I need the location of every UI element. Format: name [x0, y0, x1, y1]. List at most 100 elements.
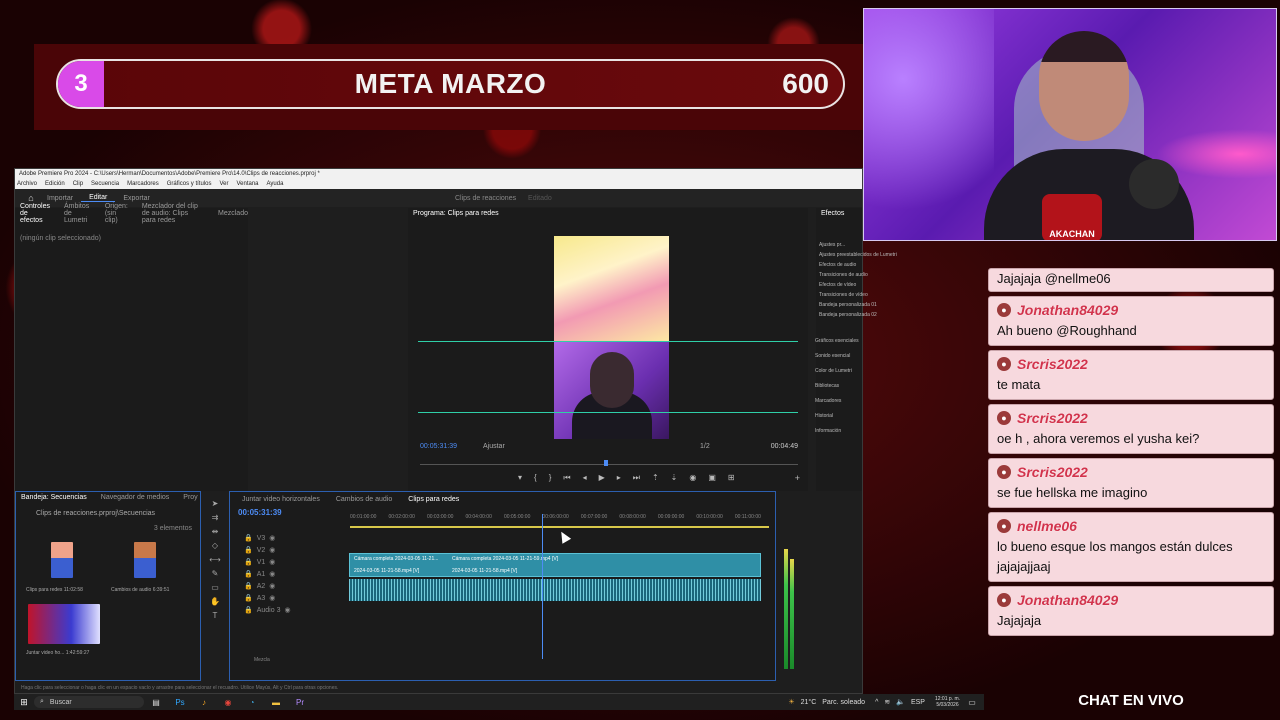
menu-item-1[interactable]: Edición: [45, 181, 65, 187]
tab-sequence-1[interactable]: Cambios de audio: [336, 496, 392, 503]
tab-project-0[interactable]: Bandeja: Secuencias: [21, 494, 87, 501]
tab-sequence-0[interactable]: Juntar video horizontales: [242, 496, 320, 503]
selection-tool-icon[interactable]: ➤: [212, 499, 219, 508]
side-panel-tab[interactable]: Gráficos esenciales: [815, 334, 980, 349]
hand-tool-icon[interactable]: ✋: [210, 597, 220, 606]
lock-icon[interactable]: 🔒: [244, 582, 253, 590]
workspace-importar[interactable]: Importar: [39, 195, 81, 202]
effects-folder[interactable]: Efectos de vídeo: [819, 280, 980, 290]
lock-icon[interactable]: 🔒: [244, 570, 253, 578]
volume-icon[interactable]: 🔈: [896, 698, 905, 706]
chrome-icon[interactable]: ◉: [216, 698, 240, 707]
tab-source-1[interactable]: Ámbitos de Lumetri: [64, 203, 91, 224]
pen-tool-icon[interactable]: ✎: [212, 569, 219, 578]
program-playhead[interactable]: [604, 460, 608, 466]
sequence-thumbnail[interactable]: [51, 542, 73, 578]
razor-tool-icon[interactable]: ◇: [212, 541, 218, 550]
toggle-output-icon[interactable]: ◉: [284, 606, 290, 614]
work-area-bar[interactable]: [350, 526, 769, 528]
menu-item-2[interactable]: Clip: [73, 181, 83, 187]
effects-folder[interactable]: Bandeja personalizada 02: [819, 310, 980, 320]
lock-icon[interactable]: 🔒: [244, 594, 253, 602]
ripple-edit-tool-icon[interactable]: ⇹: [212, 527, 219, 536]
lock-icon[interactable]: 🔒: [244, 606, 253, 614]
tray-expand-icon[interactable]: ^: [875, 699, 878, 706]
effects-folder[interactable]: Efectos de audio: [819, 260, 980, 270]
play-icon[interactable]: ▶: [599, 473, 605, 483]
track-select-tool-icon[interactable]: ⇉: [212, 513, 219, 522]
toggle-output-icon[interactable]: ◉: [269, 534, 275, 542]
type-tool-icon[interactable]: T: [213, 611, 218, 620]
toggle-output-icon[interactable]: ◉: [269, 558, 275, 566]
edge-icon[interactable]: ◔: [240, 698, 264, 707]
lift-icon[interactable]: ⇡: [652, 473, 659, 483]
taskbar-search[interactable]: ⌕ Buscar: [34, 696, 144, 708]
tab-program[interactable]: Programa: Clips para redes: [413, 210, 499, 217]
step-forward-icon[interactable]: ▸: [617, 473, 621, 483]
timeline-playhead[interactable]: [542, 514, 543, 659]
effects-folder[interactable]: Bandeja personalizada 01: [819, 300, 980, 310]
network-icon[interactable]: ≋: [884, 698, 890, 706]
effects-folder[interactable]: Transiciones de vídeo: [819, 290, 980, 300]
extract-icon[interactable]: ⇣: [671, 473, 678, 483]
program-scrubber[interactable]: [420, 464, 798, 465]
tab-sequence-2[interactable]: Clips para redes: [408, 496, 459, 503]
premiere-icon[interactable]: Pr: [288, 698, 312, 707]
mark-out-icon[interactable]: }: [549, 473, 552, 483]
tab-effects[interactable]: Efectos: [821, 210, 844, 217]
tab-source-0[interactable]: Controles de efectos: [20, 203, 50, 224]
notifications-icon[interactable]: ▭: [960, 698, 984, 707]
audio-clip-waveform[interactable]: [349, 579, 761, 601]
timeline-ruler[interactable]: 00:01:00:00 00:02:00:00 00:03:00:00 00:04:0…: [350, 514, 761, 524]
menu-item-6[interactable]: Ver: [219, 181, 228, 187]
menu-item-8[interactable]: Ayuda: [267, 181, 284, 187]
tab-source-3[interactable]: Mezclador del clip de audio: Clips para …: [142, 203, 204, 224]
step-back-icon[interactable]: ◂: [583, 473, 587, 483]
lock-icon[interactable]: 🔒: [244, 534, 253, 542]
tab-project-2[interactable]: Proy: [183, 494, 197, 501]
home-icon[interactable]: ⌂: [23, 193, 39, 203]
timeline-timecode[interactable]: 00:05:31:39: [238, 508, 282, 517]
add-marker-icon[interactable]: ▾: [518, 473, 522, 483]
resolution-dropdown[interactable]: 1/2: [700, 443, 710, 450]
menu-item-0[interactable]: Archivo: [17, 181, 37, 187]
side-panel-tab[interactable]: Bibliotecas: [815, 379, 980, 394]
effects-folder[interactable]: Ajustes pr...: [819, 240, 980, 250]
workspace-editar[interactable]: Editar: [81, 194, 116, 202]
program-timecode[interactable]: 00:05:31:39: [420, 443, 457, 450]
sequence-thumbnail[interactable]: [28, 604, 100, 644]
side-panel-tab[interactable]: Marcadores: [815, 394, 980, 409]
file-explorer-icon[interactable]: ▬: [264, 698, 288, 707]
mark-in-icon[interactable]: {: [534, 473, 537, 483]
audacity-icon[interactable]: ♪: [192, 698, 216, 707]
comparison-view-icon[interactable]: ▣: [708, 473, 716, 483]
safe-margins-icon[interactable]: ⊞: [728, 473, 735, 483]
windows-start-icon[interactable]: ⊞: [14, 697, 34, 708]
menu-item-4[interactable]: Marcadores: [127, 181, 159, 187]
toggle-output-icon[interactable]: ◉: [269, 546, 275, 554]
side-panel-tab[interactable]: Color de Lumetri: [815, 364, 980, 379]
menu-item-3[interactable]: Secuencia: [91, 181, 119, 187]
tab-source-4[interactable]: Mezclado: [218, 210, 248, 217]
side-panel-tab[interactable]: Sonido esencial: [815, 349, 980, 364]
tab-project-1[interactable]: Navegador de medios: [101, 494, 170, 501]
rectangle-tool-icon[interactable]: ▭: [211, 583, 219, 592]
video-clip[interactable]: Cámara completa 2024-03-05 11-21... Cáma…: [349, 553, 761, 577]
button-editor-icon[interactable]: +: [795, 473, 800, 483]
side-panel-tab[interactable]: Información: [815, 424, 980, 439]
toggle-output-icon[interactable]: ◉: [269, 594, 275, 602]
slip-tool-icon[interactable]: ⟷: [209, 555, 220, 564]
effects-folder[interactable]: Ajustes preestablecidos de Lumetri: [819, 250, 980, 260]
tab-source-2[interactable]: Origen: (sin clip): [105, 203, 128, 224]
lock-icon[interactable]: 🔒: [244, 558, 253, 566]
effects-folder[interactable]: Transiciones de audio: [819, 270, 980, 280]
toggle-output-icon[interactable]: ◉: [269, 582, 275, 590]
language-indicator[interactable]: ESP: [911, 699, 925, 706]
go-to-out-icon[interactable]: ⏭: [633, 473, 640, 483]
export-frame-icon[interactable]: ◉: [689, 473, 696, 483]
lock-icon[interactable]: 🔒: [244, 546, 253, 554]
workspace-exportar[interactable]: Exportar: [115, 195, 157, 202]
photoshop-icon[interactable]: Ps: [168, 698, 192, 707]
weather-widget[interactable]: ☀ 21°C Parc. soleado: [788, 698, 865, 707]
sequence-thumbnail[interactable]: [134, 542, 156, 578]
